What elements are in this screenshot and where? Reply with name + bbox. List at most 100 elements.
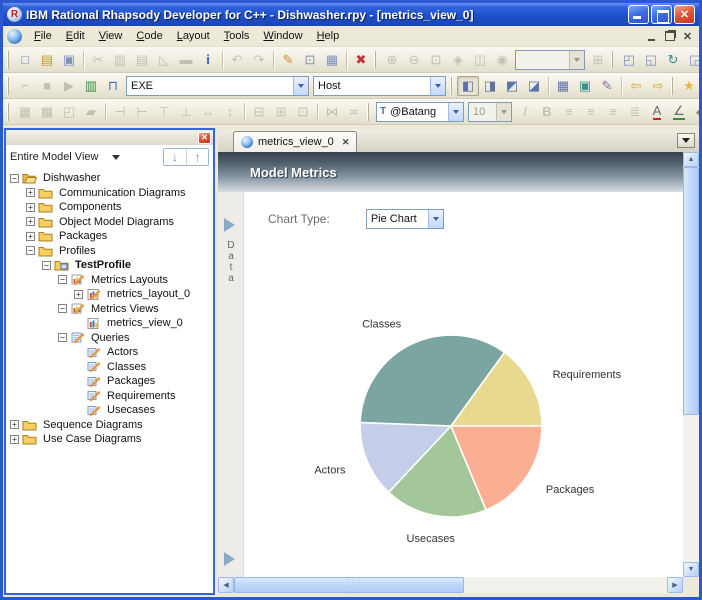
tab-close-icon[interactable]: ✕: [342, 137, 350, 148]
zoom-in-button[interactable]: ⊕: [381, 50, 403, 70]
align-right-button[interactable]: ⊢: [131, 102, 153, 122]
tree-expander-plus[interactable]: +: [10, 420, 19, 430]
distribute-vertically-button[interactable]: ↕: [219, 102, 241, 122]
distribute-horizontally-button[interactable]: ↔: [197, 102, 219, 122]
title-bar[interactable]: R IBM Rational Rhapsody Developer for C+…: [3, 3, 699, 26]
menu-tools[interactable]: Tools: [217, 28, 257, 44]
tree-item-usecases[interactable]: Usecases: [8, 403, 213, 418]
font-family-combo[interactable]: T @Batang: [376, 101, 464, 122]
configuration-combo[interactable]: EXE: [126, 75, 309, 96]
favorites-button[interactable]: ★: [678, 76, 699, 96]
tree-item-actors[interactable]: Actors: [8, 345, 213, 360]
line-color-button[interactable]: ∠: [668, 102, 690, 122]
tree-expander-plus[interactable]: +: [10, 434, 19, 444]
layout-horizontal-button[interactable]: ◩: [501, 76, 523, 96]
font-size-combo[interactable]: 10: [468, 101, 512, 122]
close-button[interactable]: ✕: [674, 5, 695, 24]
toolbar-grip[interactable]: [7, 50, 10, 69]
report-button[interactable]: ▬: [175, 50, 197, 70]
refresh-view-button[interactable]: ⊞: [587, 50, 609, 70]
scroll-left-button[interactable]: ◀: [218, 577, 234, 593]
zoom-selection-button[interactable]: ◉: [491, 50, 513, 70]
paste-button[interactable]: ▤: [131, 50, 153, 70]
edit-layouts-button[interactable]: ✎: [596, 76, 618, 96]
tree-item-packages[interactable]: Packages: [8, 374, 213, 389]
tree-item-requirements[interactable]: Requirements: [8, 389, 213, 404]
browser-options-button[interactable]: ▦: [321, 50, 343, 70]
stop-execution-button[interactable]: ■: [36, 76, 58, 96]
snap-to-grid-button[interactable]: ▩: [36, 102, 58, 122]
open-model-button[interactable]: ▤: [36, 50, 58, 70]
browser-close-button[interactable]: ✕: [198, 131, 211, 144]
mdi-close-button[interactable]: ✕: [679, 29, 696, 44]
mdi-restore-button[interactable]: [661, 29, 678, 44]
fill-color-button[interactable]: ◆: [690, 102, 699, 122]
undo-button[interactable]: ↶: [226, 50, 248, 70]
move-up-button[interactable]: ↑: [186, 149, 208, 165]
chevron-down-icon[interactable]: [430, 76, 445, 95]
tree-item-communication-diagrams[interactable]: + Communication Diagrams: [8, 186, 213, 201]
fill-shape-button[interactable]: ▰: [80, 102, 102, 122]
make-same-width-button[interactable]: ⊟: [248, 102, 270, 122]
run-executable-button[interactable]: ▶: [58, 76, 80, 96]
view-selector-dropdown[interactable]: Entire Model View: [10, 151, 163, 164]
save-model-button[interactable]: ▣: [58, 50, 80, 70]
toolbar-grip[interactable]: [611, 50, 614, 69]
zoom-out-button[interactable]: ⊖: [403, 50, 425, 70]
vertical-scroll-thumb[interactable]: [683, 167, 699, 415]
welcome-globe-icon[interactable]: [7, 28, 22, 44]
text-align-center-button[interactable]: ≡: [580, 102, 602, 122]
text-align-right-button[interactable]: ≡: [602, 102, 624, 122]
tree-expander-plus[interactable]: +: [26, 217, 35, 227]
minimize-button[interactable]: [628, 5, 649, 24]
font-color-button[interactable]: A: [646, 102, 668, 122]
corner-shape-button[interactable]: ◰: [58, 102, 80, 122]
tab-list-button[interactable]: [677, 133, 695, 148]
expand-arrow-icon[interactable]: [224, 552, 242, 566]
space-across-button[interactable]: ⋈: [321, 102, 343, 122]
target-combo[interactable]: Host: [313, 75, 446, 96]
scroll-down-button[interactable]: ▼: [683, 562, 699, 577]
horizontal-scroll-thumb[interactable]: [234, 577, 464, 593]
move-down-button[interactable]: ↓: [164, 149, 186, 165]
tree-item-classes[interactable]: Classes: [8, 360, 213, 375]
zoom-area-button[interactable]: ⊡: [425, 50, 447, 70]
align-bottom-button[interactable]: ⊥: [175, 102, 197, 122]
menu-window[interactable]: Window: [256, 28, 309, 44]
menu-file[interactable]: File: [27, 28, 59, 44]
tree-item-object-model-diagrams[interactable]: + Object Model Diagrams: [8, 215, 213, 230]
tree-expander-minus[interactable]: −: [10, 173, 19, 183]
align-left-button[interactable]: ⊣: [109, 102, 131, 122]
toolbar-grip[interactable]: [367, 102, 370, 121]
layout-vertical-button[interactable]: ◪: [523, 76, 545, 96]
tree-item-packages[interactable]: + Packages: [8, 229, 213, 244]
tree-item-use-case-diagrams[interactable]: + Use Case Diagrams: [8, 432, 213, 447]
move-to-window-button[interactable]: ◱: [640, 50, 662, 70]
make-same-size-button[interactable]: ⊡: [292, 102, 314, 122]
lock-configuration-button[interactable]: ⊓: [102, 76, 124, 96]
zoom-level-combo[interactable]: [515, 49, 585, 70]
toolbar-grip[interactable]: [7, 102, 10, 121]
toolbar-grip[interactable]: [450, 76, 453, 95]
tree-item-metrics-view-0[interactable]: metrics_view_0: [8, 316, 213, 331]
tree-expander-minus[interactable]: −: [42, 260, 51, 270]
chevron-down-icon[interactable]: [293, 76, 308, 95]
toolbar-grip[interactable]: [374, 50, 377, 69]
float-window-button[interactable]: ▣: [574, 76, 596, 96]
tile-editors-button[interactable]: ▦: [552, 76, 574, 96]
tree-expander-minus[interactable]: −: [58, 275, 67, 285]
format-eraser-button[interactable]: ◺: [153, 50, 175, 70]
menu-edit[interactable]: Edit: [59, 28, 92, 44]
bold-style-button[interactable]: B: [536, 102, 558, 122]
tree-expander-plus[interactable]: +: [26, 188, 35, 198]
animation-mode-button[interactable]: ▥: [80, 76, 102, 96]
toolbar-grip[interactable]: [7, 76, 10, 95]
chevron-down-icon[interactable]: [448, 102, 463, 121]
horizontal-scrollbar[interactable]: ◀ ▶: [218, 577, 683, 593]
chevron-down-icon[interactable]: [496, 102, 511, 121]
navigate-forward-button[interactable]: ⇨: [647, 76, 669, 96]
menu-code[interactable]: Code: [129, 28, 169, 44]
locate-element-button[interactable]: ◲: [684, 50, 699, 70]
tree-item-testprofile[interactable]: − TestProfile: [8, 258, 213, 273]
maximize-button[interactable]: [651, 5, 672, 24]
